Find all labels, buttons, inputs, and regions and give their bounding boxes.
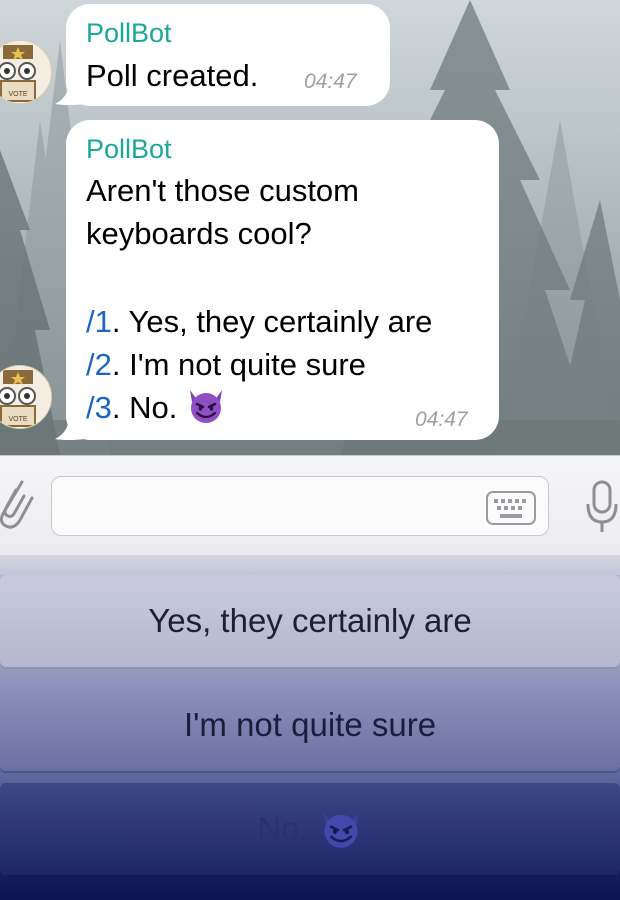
ballot-box-robot-icon: VOTE xyxy=(0,41,51,103)
reply-button-label: I'm not quite sure xyxy=(183,706,437,743)
sender-name[interactable]: PollBot xyxy=(86,18,172,49)
microphone-icon[interactable] xyxy=(584,478,620,536)
poll-option-3: /3. No. xyxy=(86,386,226,429)
avatar-vote-label: VOTE xyxy=(8,91,27,98)
command-link-3[interactable]: /3 xyxy=(86,390,112,425)
chat-screen: VOTE PollBot Poll created. 04:47 VOTE Po… xyxy=(0,0,620,900)
smiling-devil-emoji xyxy=(189,390,222,423)
poll-option-text-1: . Yes, they certainly are xyxy=(111,304,433,339)
message-bubble-1[interactable]: PollBot Poll created. 04:47 xyxy=(66,4,390,106)
poll-option-2: /2. I'm not quite sure xyxy=(86,343,366,386)
message-input-bar xyxy=(0,455,620,556)
message-text-field[interactable] xyxy=(64,489,478,525)
chat-area: VOTE PollBot Poll created. 04:47 VOTE Po… xyxy=(0,0,620,455)
pollbot-avatar[interactable]: VOTE xyxy=(0,365,52,429)
message-text: Poll created. xyxy=(86,58,259,93)
ballot-box-robot-icon: VOTE xyxy=(0,366,51,428)
keyboard-top-strip xyxy=(0,555,620,575)
keyboard-icon[interactable] xyxy=(486,491,536,525)
message-row-1: VOTE PollBot Poll created. 04:47 xyxy=(0,0,620,115)
smiling-devil-emoji xyxy=(323,811,359,848)
message-timestamp: 04:47 xyxy=(304,70,357,93)
message-bubble-2[interactable]: PollBot Aren't those custom keyboards co… xyxy=(66,120,499,440)
pollbot-avatar[interactable]: VOTE xyxy=(0,40,52,104)
sender-name[interactable]: PollBot xyxy=(86,134,172,165)
paperclip-icon[interactable] xyxy=(0,476,34,532)
message-row-2: VOTE PollBot Aren't those custom keyboar… xyxy=(0,115,620,445)
message-text-line-2: keyboards cool? xyxy=(86,216,312,251)
message-text-line-1: Aren't those custom xyxy=(86,173,359,208)
reply-button-label: No. xyxy=(257,810,309,847)
poll-option-text-2: . I'm not quite sure xyxy=(111,347,366,382)
message-input[interactable] xyxy=(51,476,549,536)
command-link-2[interactable]: /2 xyxy=(86,347,112,382)
message-timestamp: 04:47 xyxy=(415,408,468,431)
reply-button-1[interactable]: Yes, they certainly are xyxy=(0,575,620,667)
poll-option-text-3: . No. xyxy=(111,390,178,425)
reply-button-3[interactable]: No. xyxy=(0,783,620,875)
command-link-1[interactable]: /1 xyxy=(86,304,112,339)
reply-button-label: Yes, they certainly are xyxy=(148,602,472,639)
custom-reply-keyboard: Yes, they certainly are I'm not quite su… xyxy=(0,555,620,900)
avatar-vote-label: VOTE xyxy=(8,416,27,423)
poll-option-1: /1. Yes, they certainly are xyxy=(86,300,432,343)
reply-button-2[interactable]: I'm not quite sure xyxy=(0,679,620,771)
